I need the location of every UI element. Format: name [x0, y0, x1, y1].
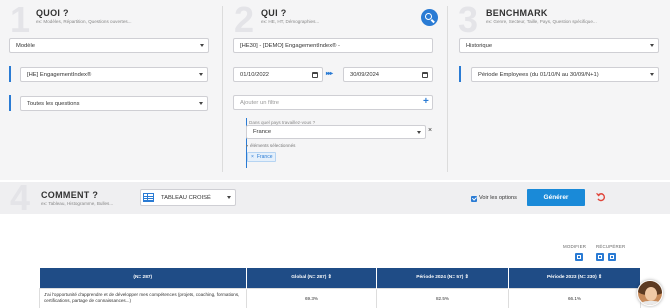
benchmark-period-select[interactable]: Période Employees (du 01/10/N au 30/09/N…: [471, 67, 659, 82]
benchmark-period-value: Période Employees (du 01/10/N au 30/09/N…: [478, 71, 599, 78]
period-2023-cell: 66.1%: [508, 287, 641, 308]
model-select[interactable]: Modèle: [9, 38, 209, 53]
date-to-value: 30/09/2024: [350, 71, 380, 78]
quoi-title: QUOI ?: [36, 8, 69, 18]
recuperer-label: RÉCUPÉRER: [596, 244, 626, 249]
column-divider: [447, 6, 448, 172]
support-chat-avatar[interactable]: [637, 280, 663, 306]
model-select-value: Modèle: [16, 42, 36, 49]
view-type-value: TABLEAU CROISÉ: [161, 194, 211, 201]
benchmark-title: BENCHMARK: [486, 8, 548, 18]
comment-title: COMMENT ?: [41, 190, 99, 200]
qui-subtitle: ex: HE, HT, Démographies...: [261, 19, 320, 24]
date-from-input[interactable]: 01/10/2022: [233, 67, 323, 82]
chevron-down-icon: [650, 73, 654, 76]
generate-button[interactable]: Générer: [527, 189, 585, 206]
selected-chip-france[interactable]: × France: [247, 152, 277, 162]
date-to-input[interactable]: 30/09/2024: [343, 67, 433, 82]
global-cell: 69.3%: [246, 287, 377, 308]
nested-indicator: [9, 66, 11, 82]
chevron-down-icon: [650, 44, 654, 47]
remove-filter-icon[interactable]: ×: [428, 127, 432, 134]
selected-elements-label: éléments sélectionnés: [250, 143, 296, 148]
table-header-row: (N= 287) Global (N= 287) ⇕ Période 2024 …: [39, 268, 641, 288]
benchmark-type-select[interactable]: Historique: [459, 38, 659, 53]
step-number-4: 4: [10, 177, 31, 218]
step-number-1: 1: [10, 0, 31, 40]
campaign-select[interactable]: [HE30] - [DEMO] EngagementIndex® -: [233, 38, 433, 53]
questions-select[interactable]: Toutes les questions: [20, 96, 208, 111]
date-from-value: 01/10/2022: [240, 71, 270, 78]
chip-close-icon[interactable]: ×: [251, 154, 254, 160]
benchmark-subtitle: ex: Genre, Secteur, Taille, Pays, Questi…: [486, 19, 597, 24]
column-header-2024[interactable]: Période 2024 (N= 57) ⇕: [376, 268, 509, 288]
caret-down-icon: [246, 144, 248, 147]
campaign-select-value: [HE30] - [DEMO] EngagementIndex® -: [240, 42, 340, 49]
period-2024-cell: 82.5%: [376, 287, 509, 308]
download-icon[interactable]: [596, 253, 604, 261]
table-row: J'ai l'opportunité d'apprendre et de dév…: [39, 287, 641, 308]
options-checkbox[interactable]: [471, 196, 477, 202]
search-button[interactable]: [421, 9, 438, 26]
benchmark-type-value: Historique: [466, 42, 493, 49]
add-filter-plus-icon[interactable]: +: [423, 97, 429, 107]
edit-icon[interactable]: [575, 253, 583, 261]
chevron-down-icon: [199, 102, 203, 105]
modifier-label: MODIFIER: [563, 244, 587, 249]
selected-elements-toggle[interactable]: éléments sélectionnés: [246, 143, 295, 148]
step-number-3: 3: [458, 0, 479, 40]
filter-country-select[interactable]: France: [246, 125, 426, 139]
comment-subtitle: ex: Tableau, Histogramme, Bulles...: [41, 201, 114, 206]
view-type-select[interactable]: TABLEAU CROISÉ: [140, 189, 236, 206]
question-cell: J'ai l'opportunité d'apprendre et de dév…: [39, 287, 247, 308]
chevron-down-icon: [199, 73, 203, 76]
calendar-icon[interactable]: [422, 71, 428, 78]
chevron-down-icon: [417, 131, 421, 134]
quoi-subtitle: ex: Modèles, Répartition, Questions ouve…: [36, 19, 132, 24]
chevron-down-icon: [227, 196, 231, 199]
qui-title: QUI ?: [261, 8, 287, 18]
survey-select[interactable]: [HE] EngagementIndex®: [20, 67, 208, 82]
chevron-down-icon: [200, 44, 204, 47]
column-divider: [222, 6, 223, 172]
nested-indicator: [9, 95, 11, 111]
nested-indicator: [459, 66, 461, 82]
add-filter-input[interactable]: Ajouter un filtre: [233, 95, 433, 110]
add-filter-placeholder: Ajouter un filtre: [240, 99, 279, 106]
options-label: Voir les options: [479, 195, 517, 201]
copy-icon[interactable]: [608, 253, 616, 261]
reset-icon[interactable]: [596, 192, 606, 202]
column-header-2023[interactable]: Période 2023 (N= 230) ⇕: [508, 268, 641, 288]
table-icon: [143, 193, 154, 202]
column-header-global[interactable]: Global (N= 287) ⇕: [246, 268, 377, 288]
step-number-2: 2: [234, 0, 255, 40]
chip-label: France: [256, 154, 273, 160]
column-header-question: (N= 287): [39, 268, 247, 288]
calendar-icon[interactable]: [312, 71, 318, 78]
filter-country-value: France: [253, 129, 272, 135]
results-table: (N= 287) Global (N= 287) ⇕ Période 2024 …: [39, 268, 641, 308]
date-range-arrows-icon: ▸▸▸: [326, 71, 333, 77]
survey-select-value: [HE] EngagementIndex®: [27, 71, 92, 78]
questions-select-value: Toutes les questions: [27, 100, 80, 107]
